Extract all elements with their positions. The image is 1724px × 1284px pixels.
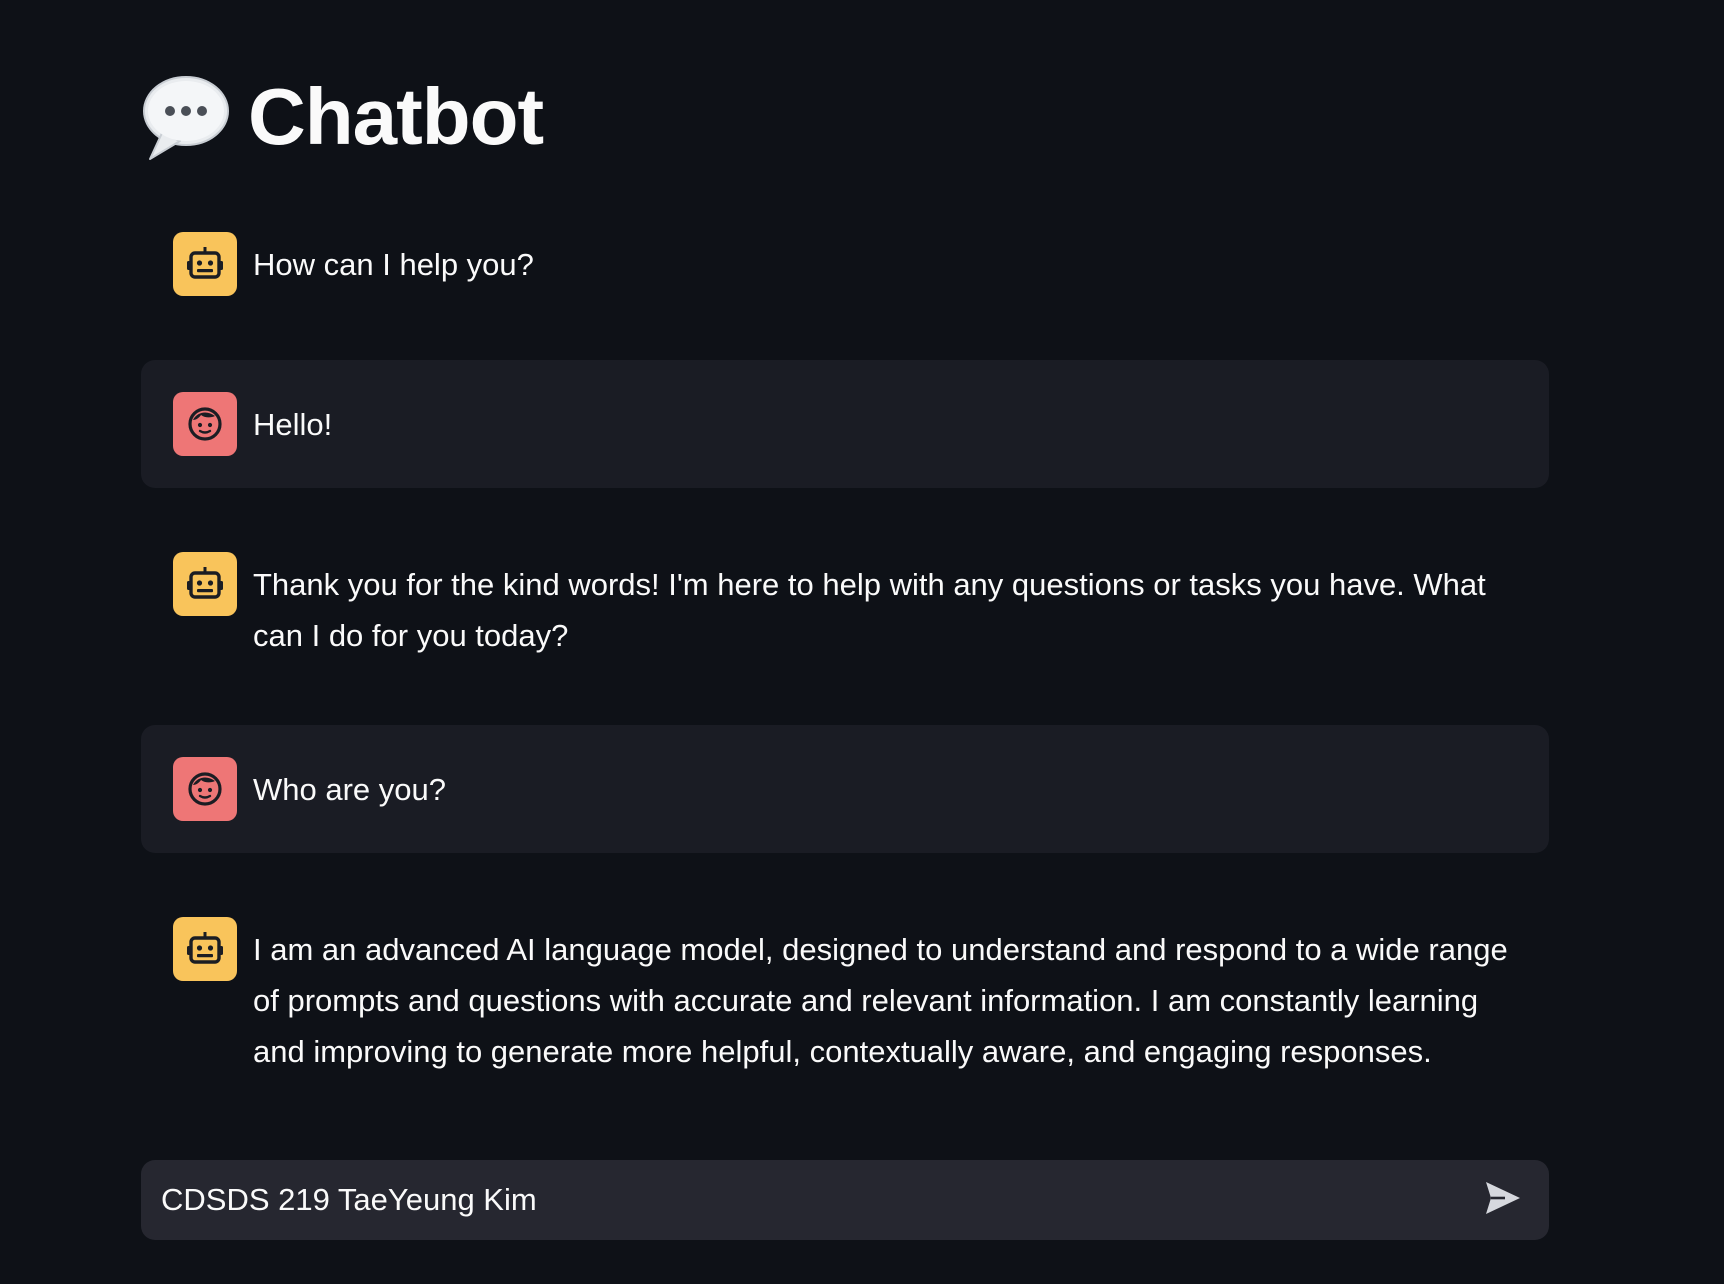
message-text: Hello!: [253, 407, 333, 442]
message-text: How can I help you?: [253, 247, 534, 282]
send-button[interactable]: [1475, 1172, 1531, 1228]
send-icon: [1483, 1178, 1523, 1223]
chat-message-user: Hello!: [141, 360, 1549, 488]
robot-icon: [173, 917, 237, 981]
message-text: I am an advanced AI language model, desi…: [253, 932, 1508, 1069]
chat-message-assistant: Thank you for the kind words! I'm here t…: [141, 520, 1549, 693]
face-icon: [173, 392, 237, 456]
chat-message-assistant: I am an advanced AI language model, desi…: [141, 885, 1549, 1109]
robot-icon: [173, 552, 237, 616]
message-text: Who are you?: [253, 772, 446, 807]
robot-icon: [173, 232, 237, 296]
message-list: How can I help you? Hello! Thank you for…: [141, 200, 1549, 1141]
chat-input-bar[interactable]: [141, 1160, 1549, 1240]
chat-input[interactable]: [159, 1181, 1475, 1219]
speech-bubble-icon: [140, 71, 232, 163]
page-title: Chatbot: [248, 72, 544, 161]
chat-app: Chatbot How can I help you? Hello! Thank…: [0, 0, 1724, 1284]
face-icon: [173, 757, 237, 821]
message-text: Thank you for the kind words! I'm here t…: [253, 567, 1486, 653]
chat-message-assistant: How can I help you?: [141, 200, 1549, 328]
chat-message-user: Who are you?: [141, 725, 1549, 853]
page-header: Chatbot: [140, 62, 544, 172]
